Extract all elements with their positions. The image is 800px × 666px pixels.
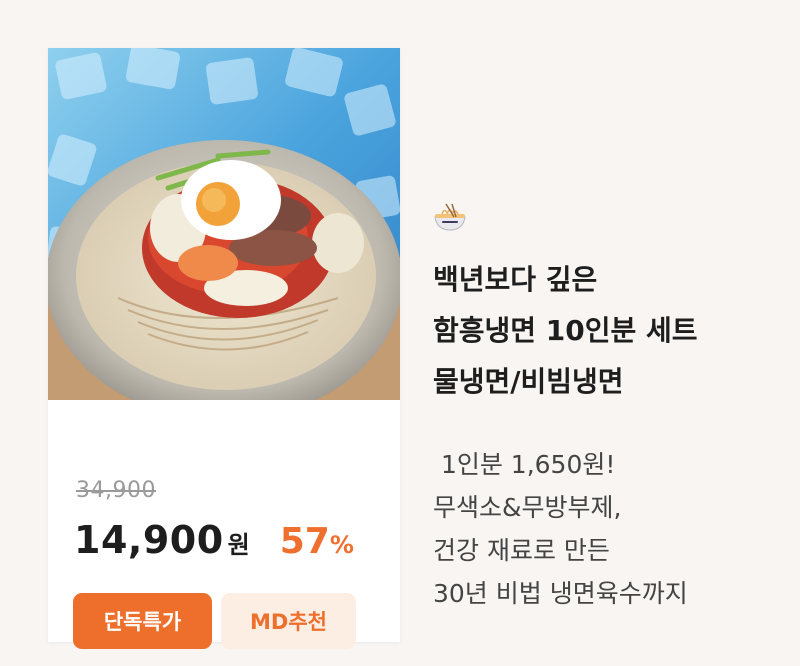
- description-line: 1인분 1,650원!: [433, 450, 616, 479]
- badge-exclusive-deal[interactable]: 단독특가: [73, 593, 212, 649]
- noodle-bowl-icon: [434, 203, 466, 231]
- title-line: 물냉면/비빔냉면: [433, 365, 624, 398]
- product-card[interactable]: 34,900 14,900 원 57% 단독특가 MD추천: [48, 48, 400, 649]
- original-price: 34,900: [76, 478, 156, 503]
- discount-rate: 57%: [280, 521, 354, 562]
- title-line: 함흥냉면 10인분 세트: [433, 314, 698, 347]
- price-row: 14,900 원 57%: [74, 518, 354, 562]
- description-line: 무색소&무방부제,: [433, 493, 622, 522]
- promo-title: 백년보다 깊은 함흥냉면 10인분 세트 물냉면/비빔냉면: [433, 254, 698, 407]
- title-line: 백년보다 깊은: [433, 263, 598, 296]
- sale-price: 14,900: [74, 518, 224, 562]
- promo-description: 1인분 1,650원! 무색소&무방부제, 건강 재료로 만든 30년 비법 냉…: [433, 443, 688, 615]
- discount-value: 57: [279, 521, 330, 562]
- product-image[interactable]: [48, 48, 400, 400]
- badge-md-pick[interactable]: MD추천: [221, 593, 356, 649]
- currency-label: 원: [227, 531, 250, 559]
- percent-sign: %: [329, 531, 354, 559]
- description-line: 건강 재료로 만든: [433, 536, 610, 565]
- description-line: 30년 비법 냉면육수까지: [433, 579, 688, 608]
